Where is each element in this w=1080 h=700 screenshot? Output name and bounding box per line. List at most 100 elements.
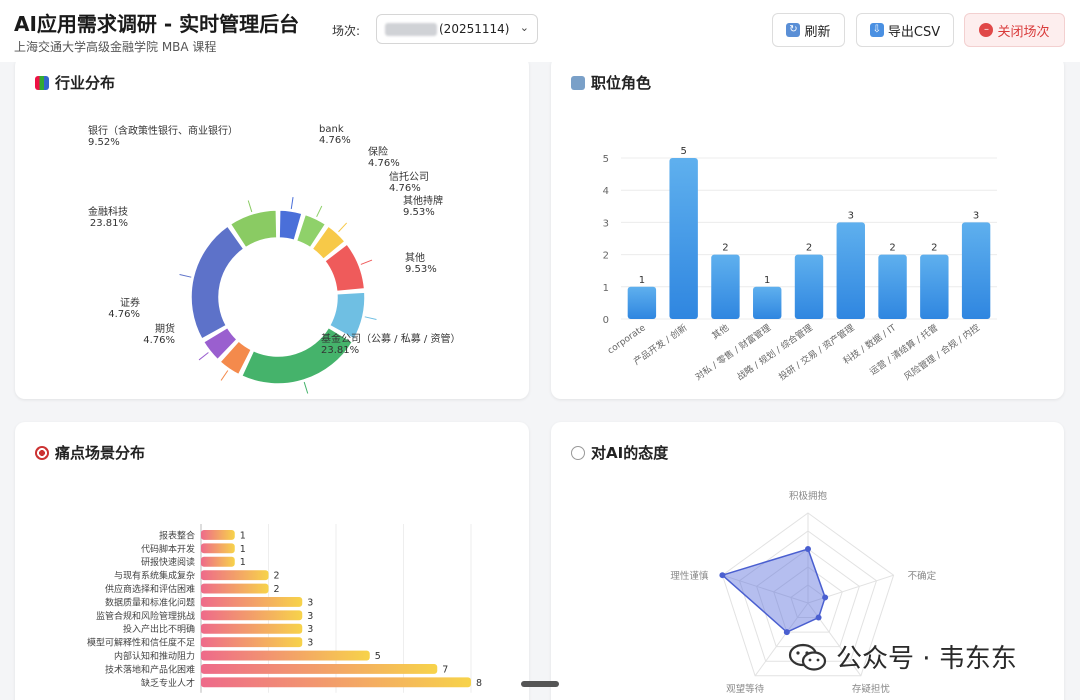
y-tick-label: 内部认知和推动阻力 [114,650,195,662]
bar-value-label: 1 [639,275,645,286]
role-bar-chart: 0123451corporate5产品开发 / 创新2其他1对私 / 零售 / … [603,146,997,383]
y-tick-label: 投入产出比不明确 [123,623,195,635]
radar-axis-label: 积极拥抱 [789,490,828,502]
pain-bar [201,556,235,567]
y-tick-label: 报表整合 [159,529,195,541]
bar-value-label: 8 [476,678,482,689]
wechat-icon [788,643,827,671]
pain-bar [201,637,303,648]
session-select[interactable]: (20251114) ⌄ [376,14,538,44]
role-bar [961,222,991,319]
y-tick-label: 代码脚本开发 [141,543,195,555]
slice-leader-line [316,205,323,218]
slice-value-label: 9.52% [88,137,120,148]
refresh-label: 刷新 [804,24,831,40]
pain-bar [201,610,303,621]
role-bar [836,222,865,319]
bar-value-label: 3 [307,597,313,608]
close-session-label: 关闭场次 [997,24,1050,40]
role-bar [878,254,907,319]
x-tick-label: 运营 / 清结算 / 托管 [867,322,940,378]
slice-value-label: 9.53% [405,264,437,275]
slice-value-label: 23.81% [321,345,359,356]
x-tick-label: 投研 / 交易 / 资产管理 [776,322,856,383]
pain-bar [201,570,269,581]
bar-value-label: 1 [240,544,246,555]
radar-point [815,614,822,621]
chevron-down-icon: ⌄ [519,21,529,34]
role-bar [627,286,657,319]
bar-value-label: 3 [307,624,313,635]
watermark: 公众号 · 韦东东 [788,638,1017,675]
export-csv-button[interactable]: ⇩ 导出CSV [856,13,954,47]
pain-bar [201,664,438,674]
pain-card: 痛点场景分布 报表整合 1 代码脚本开发 1 研报快速阅读 1 与现有系统集成复杂 2 供应商选… [15,422,529,700]
role-bar [794,254,824,319]
donut-slice [190,225,245,340]
slice-label: 银行（含政策性银行、商业银行） [88,124,238,137]
radar-axis-label: 不确定 [908,570,937,582]
pain-bar [201,623,303,634]
slice-leader-line [338,222,348,233]
slice-value-label: 23.81% [90,218,128,229]
bar-value-label: 2 [889,243,895,254]
slice-leader-line [179,274,192,278]
bar-value-label: 3 [307,638,313,649]
close-session-button[interactable]: – 关闭场次 [964,13,1065,47]
bar-value-label: 2 [806,243,812,254]
page-subtitle: 上海交通大学高级金融学院 MBA 课程 [14,40,217,54]
y-tick-label: 与现有系统集成复杂 [114,570,195,582]
redacted-session-name [385,23,437,36]
bar-value-label: 3 [307,611,313,622]
slice-label: 期货 [155,322,175,335]
radar-point [719,572,726,579]
role-bar [669,158,698,319]
slice-leader-line [220,370,229,381]
refresh-icon: ↻ [786,23,801,37]
stop-icon: – [979,23,994,37]
y-tick-label: 0 [603,315,609,326]
role-card: 职位角色 0 1 2 3 4 5 1 corporate 5 产品开发 / 创新 2 其他 1 对私 / … [551,56,1064,399]
radar-axis-label: 观望等待 [726,683,765,695]
y-tick-label: 监管合规和风险管理挑战 [96,610,195,622]
scroll-handle[interactable] [521,681,559,687]
slice-label: bank [319,124,344,135]
y-tick-label: 研报快速阅读 [141,556,195,568]
export-icon: ⇩ [869,23,884,37]
pain-bar [201,583,269,594]
y-tick-label: 4 [603,186,609,197]
bar-value-label: 2 [931,243,937,254]
radar-area [720,548,826,634]
bar-value-label: 5 [375,651,381,662]
slice-leader-line [198,352,209,361]
radar-point [805,546,811,552]
slice-value-label: 4.76% [368,158,400,169]
y-tick-label: 供应商选择和评估困难 [105,583,195,595]
slice-value-label: 4.76% [319,135,351,146]
y-tick-label: 数据质量和标准化问题 [105,596,195,608]
slice-value-label: 4.76% [143,335,175,346]
refresh-button[interactable]: ↻ 刷新 [772,13,845,47]
pain-bar [201,677,471,688]
y-tick-label: 模型可解释性和信任度不足 [87,637,195,649]
slice-label: 基金公司（公募 / 私募 / 资管） [321,332,460,345]
bar-value-label: 7 [442,664,448,675]
slice-leader-line [360,259,373,265]
slice-value-label: 9.53% [403,207,435,218]
slice-label: 金融科技 [88,205,128,218]
bar-value-label: 1 [240,530,246,541]
industry-card: 行业分布 bank 4.76% 保险 4.76% 信托公司 4.76% 其他持牌 9.53% 其… [15,56,529,399]
pain-bar [201,650,370,661]
y-tick-label: 技术落地和产品化困难 [105,663,195,675]
page-title: AI应用需求调研 - 实时管理后台 [14,12,300,36]
slice-leader-line [247,200,253,213]
watermark-text: 公众号 · 韦东东 [836,644,1017,674]
role-bar [920,254,949,319]
slice-label: 证券 [120,296,140,309]
radar-axis-label: 理性谨慎 [670,570,709,582]
bar-value-label: 3 [973,210,979,221]
slice-label: 保险 [368,145,388,158]
slice-label: 其他 [405,251,425,264]
bar-value-label: 2 [722,243,728,254]
slice-leader-line [290,197,294,210]
